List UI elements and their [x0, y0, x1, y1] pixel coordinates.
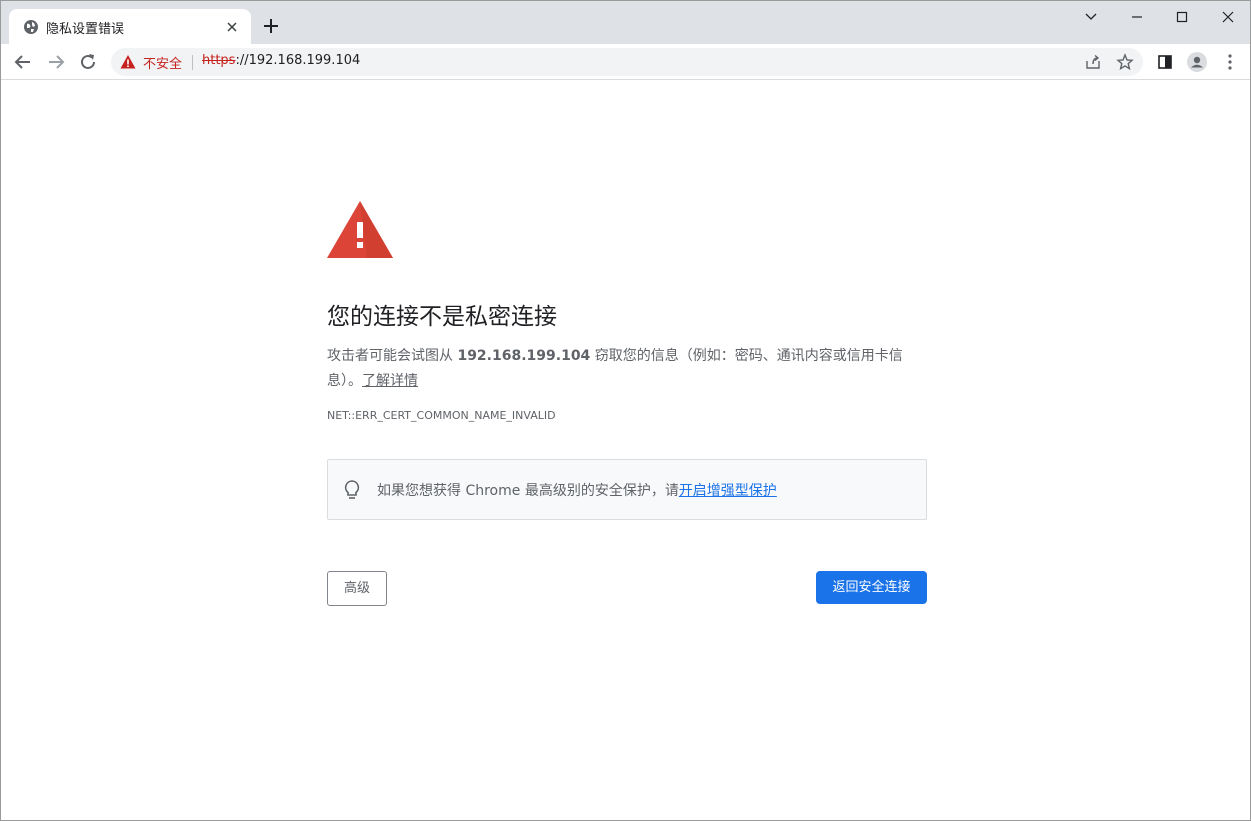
tab-title: 隐私设置错误 [46, 22, 125, 37]
lightbulb-icon [344, 480, 360, 499]
browser-window: 隐私设置错误 不安全 https://192.168.199.104 您的连接不… [0, 0, 1251, 821]
warning-icon [327, 201, 393, 258]
promo-text-main: 如果您想获得 Chrome 最高级别的安全保护，请 [377, 483, 679, 499]
promo-text: 如果您想获得 Chrome 最高级别的安全保护，请开启增强型保护 [377, 480, 777, 500]
profile-icon[interactable] [1186, 51, 1208, 73]
maximize-icon[interactable] [1171, 6, 1193, 28]
url-text[interactable]: https://192.168.199.104 [202, 53, 360, 68]
tab-privacy-error[interactable]: 隐私设置错误 [9, 9, 251, 44]
enhanced-protection-promo: 如果您想获得 Chrome 最高级别的安全保护，请开启增强型保护 [327, 459, 927, 520]
forward-icon[interactable] [45, 51, 67, 73]
chevron-down-icon[interactable] [1080, 6, 1102, 28]
close-icon[interactable] [223, 18, 241, 36]
security-label[interactable]: 不安全 [143, 53, 182, 72]
share-icon[interactable] [1084, 53, 1102, 71]
address-bar[interactable]: 不安全 https://192.168.199.104 [111, 48, 1143, 76]
error-code: NET::ERR_CERT_COMMON_NAME_INVALID [327, 409, 556, 422]
divider [192, 55, 193, 70]
enable-enhanced-protection-link[interactable]: 开启增强型保护 [679, 483, 777, 499]
close-window-icon[interactable] [1217, 6, 1239, 28]
learn-more-link[interactable]: 了解详情 [362, 373, 418, 389]
desc-host: 192.168.199.104 [457, 348, 591, 364]
new-tab-icon[interactable] [261, 16, 281, 36]
side-panel-icon[interactable] [1154, 51, 1176, 73]
desc-prefix: 攻击者可能会试图从 [327, 348, 458, 364]
back-icon[interactable] [12, 51, 34, 73]
error-description: 攻击者可能会试图从 192.168.199.104 窃取您的信息（例如：密码、通… [327, 344, 927, 394]
star-icon[interactable] [1116, 53, 1134, 71]
page-title: 您的连接不是私密连接 [327, 304, 557, 330]
reload-icon[interactable] [77, 51, 99, 73]
url-host: ://192.168.199.104 [235, 53, 361, 68]
tab-strip: 隐私设置错误 [1, 1, 1250, 44]
warning-icon[interactable] [120, 54, 136, 70]
minimize-icon[interactable] [1126, 6, 1148, 28]
back-to-safety-button[interactable]: 返回安全连接 [816, 571, 927, 604]
toolbar: 不安全 https://192.168.199.104 [1, 44, 1250, 80]
menu-icon[interactable] [1219, 51, 1241, 73]
url-scheme: https [202, 53, 236, 68]
globe-icon [24, 20, 38, 34]
advanced-button[interactable]: 高级 [327, 571, 387, 606]
